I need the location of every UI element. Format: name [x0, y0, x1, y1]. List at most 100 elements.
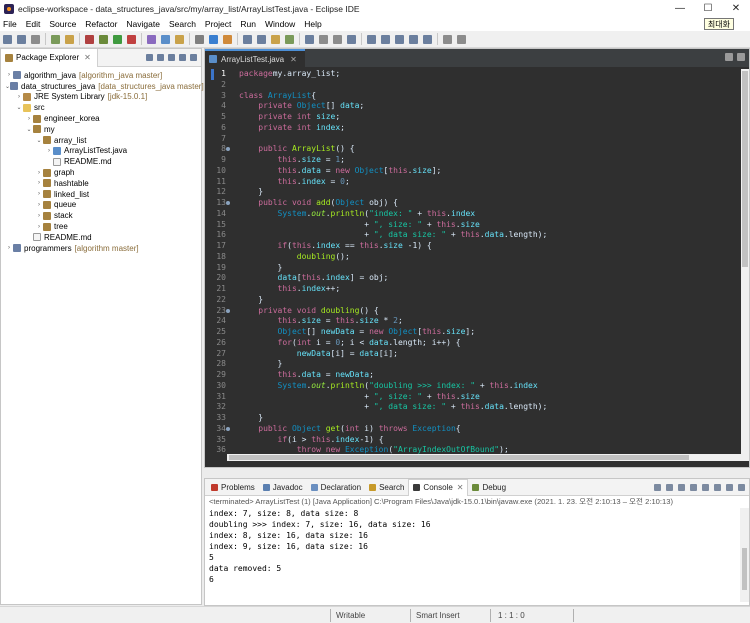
tree-item[interactable]: README.md — [1, 156, 201, 167]
menu-search[interactable]: Search — [169, 19, 196, 29]
tree-item[interactable]: › JRE System Library [jdk-15.0.1] — [1, 92, 201, 103]
tab-search[interactable]: Search — [365, 479, 408, 496]
toolbar-button-icon[interactable] — [333, 34, 342, 44]
tree-item[interactable]: ⌄ src — [1, 102, 201, 113]
tab-debug[interactable]: Debug — [468, 479, 510, 496]
menu-refactor[interactable]: Refactor — [85, 19, 117, 29]
tab-console[interactable]: Console ✕ — [408, 478, 469, 496]
minimize-button[interactable]: — — [666, 0, 694, 17]
toolbar-button-icon[interactable] — [243, 34, 252, 44]
toolbar-button-icon[interactable] — [285, 34, 294, 44]
toolbar-button-icon[interactable] — [395, 34, 404, 44]
toolbar-button-icon[interactable] — [147, 34, 156, 44]
collapse-all-icon[interactable] — [146, 54, 153, 61]
toolbar-button-icon[interactable] — [209, 34, 218, 44]
tree-item[interactable]: › linked_list — [1, 189, 201, 200]
collapsed-twisty-icon[interactable]: › — [35, 180, 43, 186]
code-editor[interactable]: 1 packagemy.array_list; 2 3 class ArrayList{… — [205, 69, 745, 461]
collapsed-twisty-icon[interactable]: › — [25, 116, 33, 122]
toolbar-button-icon[interactable] — [65, 34, 74, 44]
collapsed-twisty-icon[interactable]: › — [35, 170, 43, 176]
menu-edit[interactable]: Edit — [26, 19, 41, 29]
collapsed-twisty-icon[interactable]: › — [35, 224, 43, 230]
close-tab-icon[interactable]: ✕ — [290, 55, 297, 64]
tree-item[interactable]: › ArrayListTest.java — [1, 146, 201, 157]
tree-item[interactable]: › tree — [1, 221, 201, 232]
remove-launch-icon[interactable] — [666, 484, 673, 491]
console-output[interactable]: index: 7, size: 8, data size: 8 doubling … — [205, 508, 741, 602]
toolbar-button-icon[interactable] — [31, 34, 40, 44]
open-console-icon[interactable] — [714, 484, 721, 491]
tree-item[interactable]: README.md — [1, 232, 201, 243]
terminate-icon[interactable] — [654, 484, 661, 491]
minimize-editor-icon[interactable] — [725, 53, 733, 61]
toolbar-button-icon[interactable] — [443, 34, 452, 44]
remove-all-icon[interactable] — [678, 484, 685, 491]
collapsed-twisty-icon[interactable]: › — [5, 72, 13, 78]
toolbar-button-icon[interactable] — [257, 34, 266, 44]
maximize-view-icon[interactable] — [738, 484, 745, 491]
close-icon[interactable]: ✕ — [457, 483, 464, 492]
expanded-twisty-icon[interactable]: ⌄ — [35, 137, 43, 144]
maximize-button[interactable]: ☐ — [694, 0, 722, 17]
expanded-twisty-icon[interactable]: ⌄ — [15, 104, 23, 111]
collapsed-twisty-icon[interactable]: › — [35, 202, 43, 208]
collapsed-twisty-icon[interactable]: › — [35, 213, 43, 219]
maximize-view-icon[interactable] — [190, 54, 197, 61]
link-with-editor-icon[interactable] — [157, 54, 164, 61]
toolbar-button-icon[interactable] — [305, 34, 314, 44]
toolbar-button-icon[interactable] — [113, 34, 122, 44]
tree-item[interactable]: › algorithm_java [algorithm_java master] — [1, 70, 201, 81]
fold-marker-icon[interactable] — [226, 198, 231, 209]
fold-marker-icon[interactable] — [226, 306, 231, 317]
tab-problems[interactable]: Problems — [207, 479, 259, 496]
collapsed-twisty-icon[interactable]: › — [5, 245, 13, 251]
toolbar-button-icon[interactable] — [161, 34, 170, 44]
minimize-view-icon[interactable] — [179, 54, 186, 61]
tab-declaration[interactable]: Declaration — [307, 479, 365, 496]
tree-item[interactable]: › hashtable — [1, 178, 201, 189]
fold-marker-icon[interactable] — [226, 144, 231, 155]
menu-file[interactable]: File — [3, 19, 17, 29]
toolbar-button-icon[interactable] — [367, 34, 376, 44]
console-scrollbar[interactable] — [740, 508, 749, 602]
collapsed-twisty-icon[interactable]: › — [15, 94, 23, 100]
menu-help[interactable]: Help — [304, 19, 321, 29]
tree-item[interactable]: › engineer_korea — [1, 113, 201, 124]
toolbar-button-icon[interactable] — [271, 34, 280, 44]
toolbar-button-icon[interactable] — [175, 34, 184, 44]
menu-source[interactable]: Source — [49, 19, 76, 29]
tree-item[interactable]: › queue — [1, 200, 201, 211]
toolbar-button-icon[interactable] — [99, 34, 108, 44]
toolbar-button-icon[interactable] — [195, 34, 204, 44]
vertical-scrollbar[interactable] — [741, 69, 749, 461]
toolbar-button-icon[interactable] — [423, 34, 432, 44]
collapsed-twisty-icon[interactable]: › — [35, 191, 43, 197]
maximize-editor-icon[interactable] — [737, 53, 745, 61]
menu-project[interactable]: Project — [205, 19, 231, 29]
toolbar-button-icon[interactable] — [319, 34, 328, 44]
toolbar-button-icon[interactable] — [457, 34, 466, 44]
pin-console-icon[interactable] — [702, 484, 709, 491]
tree-item[interactable]: › graph — [1, 167, 201, 178]
close-button[interactable]: ✕ — [722, 0, 750, 17]
scroll-lock-icon[interactable] — [690, 484, 697, 491]
editor-tab-arraylisttest[interactable]: ArrayListTest.java ✕ — [205, 49, 305, 67]
toolbar-button-icon[interactable] — [3, 34, 12, 44]
toolbar-button-icon[interactable] — [127, 34, 136, 44]
view-menu-icon[interactable] — [168, 54, 175, 61]
tree-item[interactable]: ⌄ my — [1, 124, 201, 135]
toolbar-button-icon[interactable] — [85, 34, 94, 44]
horizontal-scrollbar[interactable] — [227, 454, 741, 461]
toolbar-button-icon[interactable] — [409, 34, 418, 44]
expanded-twisty-icon[interactable]: ⌄ — [25, 126, 33, 133]
menu-run[interactable]: Run — [240, 19, 256, 29]
toolbar-button-icon[interactable] — [381, 34, 390, 44]
collapsed-twisty-icon[interactable]: › — [45, 148, 53, 154]
tree-item[interactable]: › stack — [1, 210, 201, 221]
tree-item[interactable]: ⌄ data_structures_java [data_structures_ja… — [1, 81, 204, 92]
toolbar-button-icon[interactable] — [347, 34, 356, 44]
menu-window[interactable]: Window — [265, 19, 295, 29]
toolbar-button-icon[interactable] — [17, 34, 26, 44]
fold-marker-icon[interactable] — [226, 424, 231, 435]
